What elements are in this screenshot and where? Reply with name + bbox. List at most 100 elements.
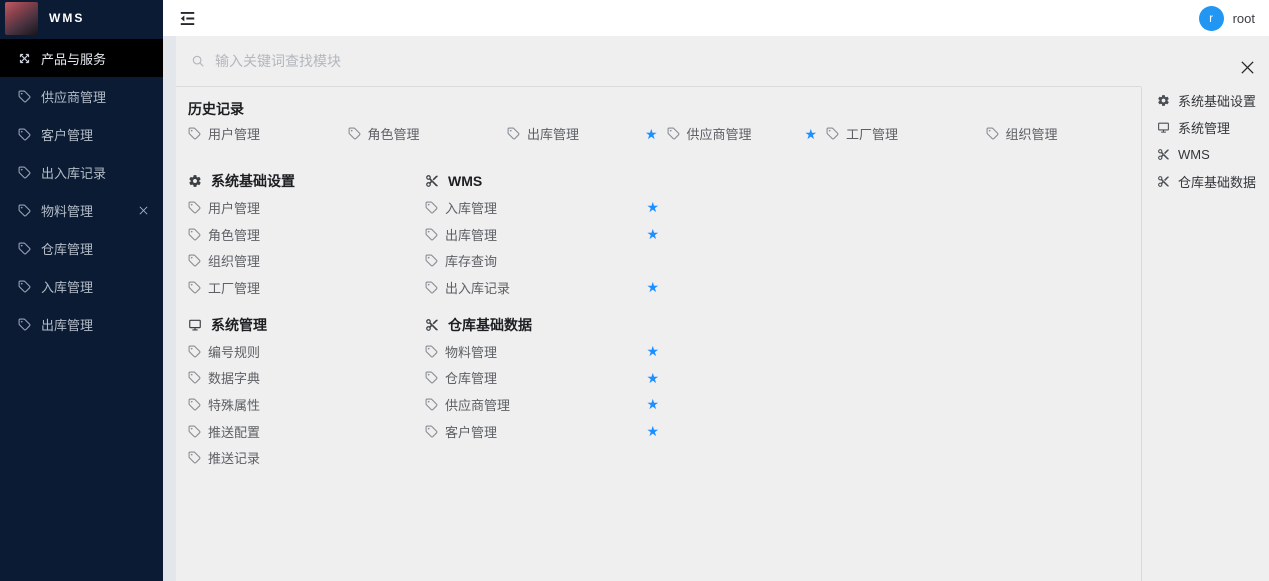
section-warehouse-base-data: 仓库基础数据 物料管理 ★ 仓库管理 ★ 供应商管理 [425, 315, 667, 471]
tag-icon [18, 280, 31, 293]
sidebar-item-inbound-mgmt[interactable]: 入库管理 [0, 267, 163, 305]
history-item-factory-mgmt[interactable]: 工厂管理 [826, 120, 986, 147]
sidebar-item-supplier-mgmt[interactable]: 供应商管理 [0, 77, 163, 115]
sidebar-item-label: 入库管理 [41, 277, 93, 296]
module-label: 编号规则 [208, 342, 260, 361]
module-search-overlay: 系统基础设置 系统管理 WMS 仓库基础数据 历史记录 用户管理 角色管理 [176, 36, 1269, 581]
sidebar-item-label: 出库管理 [41, 315, 93, 334]
sidebar-item-inout-records[interactable]: 出入库记录 [0, 153, 163, 191]
username: root [1233, 11, 1255, 26]
module-label: 角色管理 [368, 124, 420, 143]
tag-icon [18, 128, 31, 141]
sidebar-item-material-mgmt[interactable]: 物料管理 [0, 191, 163, 229]
module-item-stock-query[interactable]: 库存查询 [425, 247, 667, 274]
section-title: 系统管理 [211, 315, 267, 335]
module-label: 组织管理 [208, 251, 260, 270]
star-icon[interactable]: ★ [646, 200, 659, 214]
star-icon[interactable]: ★ [645, 127, 658, 141]
module-label: 出库管理 [445, 225, 497, 244]
logo-text: WMS [49, 11, 84, 25]
module-label: 供应商管理 [687, 124, 752, 143]
section-header: 系统基础设置 [188, 171, 425, 191]
monitor-icon [1157, 121, 1170, 134]
history-item-org-mgmt[interactable]: 组织管理 [986, 120, 1142, 147]
quick-nav-label: 系统基础设置 [1178, 91, 1256, 110]
sidebar-item-products-services[interactable]: 产品与服务 [0, 39, 163, 77]
module-item-warehouse-mgmt[interactable]: 仓库管理 ★ [425, 364, 667, 391]
module-label: 组织管理 [1006, 124, 1058, 143]
quick-nav-wms[interactable]: WMS [1142, 141, 1269, 168]
section-header: 系统管理 [188, 315, 425, 335]
module-label: 角色管理 [208, 225, 260, 244]
module-item-push-records[interactable]: 推送记录 [188, 445, 425, 472]
module-item-role-mgmt[interactable]: 角色管理 [188, 221, 425, 248]
topbar-user[interactable]: r root [1199, 6, 1255, 31]
tag-icon [188, 127, 201, 140]
sidebar-item-warehouse-mgmt[interactable]: 仓库管理 [0, 229, 163, 267]
close-icon[interactable] [138, 205, 149, 216]
tag-icon [348, 127, 361, 140]
module-item-data-dictionary[interactable]: 数据字典 [188, 364, 425, 391]
monitor-icon [188, 318, 202, 332]
history-item-supplier-mgmt[interactable]: 供应商管理 ★ [667, 120, 827, 147]
search-input[interactable] [213, 52, 1141, 70]
module-item-org-mgmt[interactable]: 组织管理 [188, 247, 425, 274]
history-item-outbound-mgmt[interactable]: 出库管理 ★ [507, 120, 667, 147]
scissors-icon [425, 174, 439, 188]
tag-icon [188, 398, 201, 411]
sidebar: WMS 产品与服务 供应商管理 客户管理 出入库记录 物料管理 仓库管理 [0, 0, 163, 581]
gear-icon [1157, 94, 1170, 107]
module-item-supplier-mgmt[interactable]: 供应商管理 ★ [425, 391, 667, 418]
module-item-special-attributes[interactable]: 特殊属性 [188, 391, 425, 418]
menu-fold-icon[interactable] [178, 9, 197, 28]
module-item-customer-mgmt[interactable]: 客户管理 ★ [425, 418, 667, 445]
tag-icon [507, 127, 520, 140]
star-icon[interactable]: ★ [646, 371, 659, 385]
star-icon[interactable]: ★ [804, 127, 817, 141]
tag-icon [667, 127, 680, 140]
tag-icon [188, 201, 201, 214]
tag-icon [425, 425, 438, 438]
tag-icon [188, 281, 201, 294]
tag-icon [188, 254, 201, 267]
star-icon[interactable]: ★ [646, 344, 659, 358]
search-header [176, 36, 1141, 87]
history-item-user-mgmt[interactable]: 用户管理 [188, 120, 348, 147]
module-item-inbound-mgmt[interactable]: 入库管理 ★ [425, 194, 667, 221]
module-item-user-mgmt[interactable]: 用户管理 [188, 194, 425, 221]
star-icon[interactable]: ★ [646, 227, 659, 241]
module-label: 入库管理 [445, 198, 497, 217]
module-label: 供应商管理 [445, 395, 510, 414]
tag-icon [188, 425, 201, 438]
section-title: 系统基础设置 [211, 171, 295, 191]
module-item-inout-records[interactable]: 出入库记录 ★ [425, 274, 667, 301]
sidebar-item-customer-mgmt[interactable]: 客户管理 [0, 115, 163, 153]
tag-icon [826, 127, 839, 140]
quick-nav-warehouse-base-data[interactable]: 仓库基础数据 [1142, 168, 1269, 195]
sidebar-item-outbound-mgmt[interactable]: 出库管理 [0, 305, 163, 343]
quick-nav-system-mgmt[interactable]: 系统管理 [1142, 114, 1269, 141]
sidebar-item-label: 产品与服务 [41, 49, 106, 68]
module-label: 工厂管理 [208, 278, 260, 297]
star-icon[interactable]: ★ [646, 424, 659, 438]
avatar[interactable]: r [1199, 6, 1224, 31]
section-header: 仓库基础数据 [425, 315, 667, 335]
module-item-outbound-mgmt[interactable]: 出库管理 ★ [425, 221, 667, 248]
module-sections: 系统基础设置 用户管理 角色管理 组织管理 [188, 171, 1141, 471]
star-icon[interactable]: ★ [646, 397, 659, 411]
module-item-numbering-rules[interactable]: 编号规则 [188, 338, 425, 365]
section-title: WMS [448, 173, 482, 189]
tag-icon [18, 204, 31, 217]
history-item-role-mgmt[interactable]: 角色管理 [348, 120, 508, 147]
close-icon[interactable] [1239, 59, 1256, 76]
overlay-content: 历史记录 用户管理 角色管理 出库管理 ★ 供应商管理 ★ 工 [176, 87, 1141, 581]
module-item-push-config[interactable]: 推送配置 [188, 418, 425, 445]
quick-nav-panel: 系统基础设置 系统管理 WMS 仓库基础数据 [1141, 87, 1269, 581]
module-item-material-mgmt[interactable]: 物料管理 ★ [425, 338, 667, 365]
scissors-icon [425, 318, 439, 332]
quick-nav-system-base[interactable]: 系统基础设置 [1142, 87, 1269, 114]
module-item-factory-mgmt[interactable]: 工厂管理 [188, 274, 425, 301]
gear-icon [188, 174, 202, 188]
star-icon[interactable]: ★ [646, 280, 659, 294]
tag-icon [18, 166, 31, 179]
